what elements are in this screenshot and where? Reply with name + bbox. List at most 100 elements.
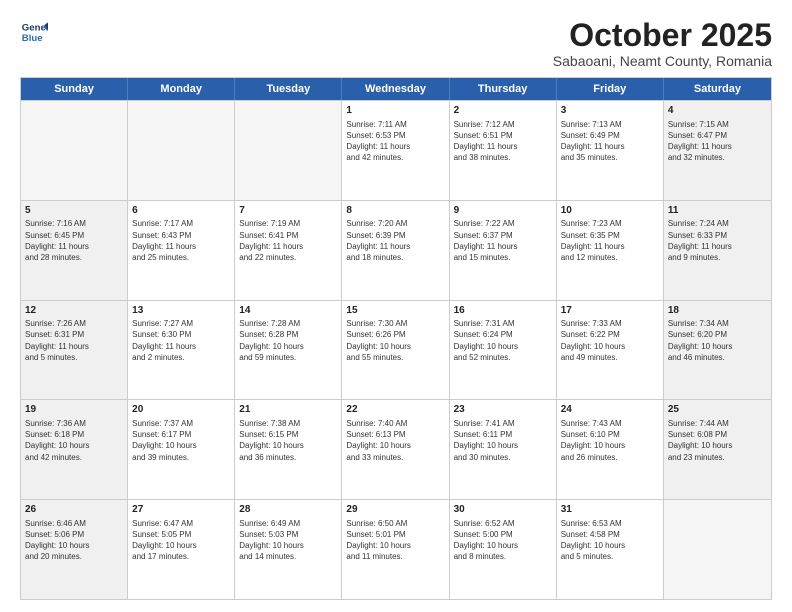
day-info: Sunrise: 7:13 AM Sunset: 6:49 PM Dayligh… [561, 119, 659, 164]
calendar-week-2: 5Sunrise: 7:16 AM Sunset: 6:45 PM Daylig… [21, 200, 771, 300]
calendar-day-15: 15Sunrise: 7:30 AM Sunset: 6:26 PM Dayli… [342, 301, 449, 400]
day-header-monday: Monday [128, 78, 235, 100]
svg-text:Blue: Blue [22, 33, 43, 44]
calendar-day-5: 5Sunrise: 7:16 AM Sunset: 6:45 PM Daylig… [21, 201, 128, 300]
day-info: Sunrise: 7:20 AM Sunset: 6:39 PM Dayligh… [346, 218, 444, 263]
calendar-week-4: 19Sunrise: 7:36 AM Sunset: 6:18 PM Dayli… [21, 399, 771, 499]
calendar-empty-cell [21, 101, 128, 200]
day-number: 29 [346, 503, 444, 517]
day-number: 9 [454, 204, 552, 218]
day-info: Sunrise: 6:50 AM Sunset: 5:01 PM Dayligh… [346, 518, 444, 563]
day-info: Sunrise: 6:46 AM Sunset: 5:06 PM Dayligh… [25, 518, 123, 563]
day-number: 3 [561, 104, 659, 118]
calendar-day-8: 8Sunrise: 7:20 AM Sunset: 6:39 PM Daylig… [342, 201, 449, 300]
calendar: SundayMondayTuesdayWednesdayThursdayFrid… [20, 77, 772, 600]
calendar-empty-cell [235, 101, 342, 200]
day-info: Sunrise: 7:30 AM Sunset: 6:26 PM Dayligh… [346, 318, 444, 363]
day-info: Sunrise: 7:16 AM Sunset: 6:45 PM Dayligh… [25, 218, 123, 263]
day-info: Sunrise: 7:27 AM Sunset: 6:30 PM Dayligh… [132, 318, 230, 363]
calendar-week-1: 1Sunrise: 7:11 AM Sunset: 6:53 PM Daylig… [21, 100, 771, 200]
calendar-title: October 2025 [553, 18, 772, 53]
calendar-day-28: 28Sunrise: 6:49 AM Sunset: 5:03 PM Dayli… [235, 500, 342, 599]
day-number: 26 [25, 503, 123, 517]
day-info: Sunrise: 6:52 AM Sunset: 5:00 PM Dayligh… [454, 518, 552, 563]
calendar-day-16: 16Sunrise: 7:31 AM Sunset: 6:24 PM Dayli… [450, 301, 557, 400]
day-number: 5 [25, 204, 123, 218]
day-number: 14 [239, 304, 337, 318]
calendar-day-11: 11Sunrise: 7:24 AM Sunset: 6:33 PM Dayli… [664, 201, 771, 300]
day-number: 2 [454, 104, 552, 118]
calendar-day-27: 27Sunrise: 6:47 AM Sunset: 5:05 PM Dayli… [128, 500, 235, 599]
day-number: 13 [132, 304, 230, 318]
day-number: 15 [346, 304, 444, 318]
day-number: 27 [132, 503, 230, 517]
day-info: Sunrise: 7:37 AM Sunset: 6:17 PM Dayligh… [132, 418, 230, 463]
day-info: Sunrise: 7:22 AM Sunset: 6:37 PM Dayligh… [454, 218, 552, 263]
page-header: General Blue October 2025 Sabaoani, Neam… [20, 18, 772, 69]
day-header-friday: Friday [557, 78, 664, 100]
calendar-subtitle: Sabaoani, Neamt County, Romania [553, 53, 772, 69]
calendar-day-3: 3Sunrise: 7:13 AM Sunset: 6:49 PM Daylig… [557, 101, 664, 200]
calendar-day-17: 17Sunrise: 7:33 AM Sunset: 6:22 PM Dayli… [557, 301, 664, 400]
calendar-day-7: 7Sunrise: 7:19 AM Sunset: 6:41 PM Daylig… [235, 201, 342, 300]
day-number: 20 [132, 403, 230, 417]
day-info: Sunrise: 7:36 AM Sunset: 6:18 PM Dayligh… [25, 418, 123, 463]
calendar-week-5: 26Sunrise: 6:46 AM Sunset: 5:06 PM Dayli… [21, 499, 771, 599]
day-header-tuesday: Tuesday [235, 78, 342, 100]
calendar-day-25: 25Sunrise: 7:44 AM Sunset: 6:08 PM Dayli… [664, 400, 771, 499]
calendar-day-9: 9Sunrise: 7:22 AM Sunset: 6:37 PM Daylig… [450, 201, 557, 300]
day-number: 6 [132, 204, 230, 218]
day-info: Sunrise: 7:24 AM Sunset: 6:33 PM Dayligh… [668, 218, 767, 263]
day-number: 19 [25, 403, 123, 417]
calendar-day-6: 6Sunrise: 7:17 AM Sunset: 6:43 PM Daylig… [128, 201, 235, 300]
title-block: October 2025 Sabaoani, Neamt County, Rom… [553, 18, 772, 69]
calendar-empty-cell [128, 101, 235, 200]
day-info: Sunrise: 6:47 AM Sunset: 5:05 PM Dayligh… [132, 518, 230, 563]
calendar-day-12: 12Sunrise: 7:26 AM Sunset: 6:31 PM Dayli… [21, 301, 128, 400]
day-info: Sunrise: 7:12 AM Sunset: 6:51 PM Dayligh… [454, 119, 552, 164]
day-info: Sunrise: 7:34 AM Sunset: 6:20 PM Dayligh… [668, 318, 767, 363]
day-number: 11 [668, 204, 767, 218]
day-info: Sunrise: 7:23 AM Sunset: 6:35 PM Dayligh… [561, 218, 659, 263]
calendar-day-21: 21Sunrise: 7:38 AM Sunset: 6:15 PM Dayli… [235, 400, 342, 499]
calendar-day-4: 4Sunrise: 7:15 AM Sunset: 6:47 PM Daylig… [664, 101, 771, 200]
day-number: 7 [239, 204, 337, 218]
day-number: 18 [668, 304, 767, 318]
day-number: 4 [668, 104, 767, 118]
calendar-day-1: 1Sunrise: 7:11 AM Sunset: 6:53 PM Daylig… [342, 101, 449, 200]
day-info: Sunrise: 7:15 AM Sunset: 6:47 PM Dayligh… [668, 119, 767, 164]
day-header-saturday: Saturday [664, 78, 771, 100]
day-info: Sunrise: 7:11 AM Sunset: 6:53 PM Dayligh… [346, 119, 444, 164]
calendar-empty-cell [664, 500, 771, 599]
day-info: Sunrise: 6:53 AM Sunset: 4:58 PM Dayligh… [561, 518, 659, 563]
day-number: 1 [346, 104, 444, 118]
day-info: Sunrise: 7:19 AM Sunset: 6:41 PM Dayligh… [239, 218, 337, 263]
calendar-day-20: 20Sunrise: 7:37 AM Sunset: 6:17 PM Dayli… [128, 400, 235, 499]
day-info: Sunrise: 7:28 AM Sunset: 6:28 PM Dayligh… [239, 318, 337, 363]
day-number: 23 [454, 403, 552, 417]
calendar-week-3: 12Sunrise: 7:26 AM Sunset: 6:31 PM Dayli… [21, 300, 771, 400]
calendar-day-14: 14Sunrise: 7:28 AM Sunset: 6:28 PM Dayli… [235, 301, 342, 400]
day-number: 31 [561, 503, 659, 517]
day-number: 30 [454, 503, 552, 517]
day-info: Sunrise: 7:44 AM Sunset: 6:08 PM Dayligh… [668, 418, 767, 463]
day-number: 21 [239, 403, 337, 417]
calendar-day-29: 29Sunrise: 6:50 AM Sunset: 5:01 PM Dayli… [342, 500, 449, 599]
day-info: Sunrise: 6:49 AM Sunset: 5:03 PM Dayligh… [239, 518, 337, 563]
calendar-day-13: 13Sunrise: 7:27 AM Sunset: 6:30 PM Dayli… [128, 301, 235, 400]
calendar-day-19: 19Sunrise: 7:36 AM Sunset: 6:18 PM Dayli… [21, 400, 128, 499]
day-info: Sunrise: 7:41 AM Sunset: 6:11 PM Dayligh… [454, 418, 552, 463]
logo: General Blue [20, 18, 48, 46]
day-number: 28 [239, 503, 337, 517]
day-header-wednesday: Wednesday [342, 78, 449, 100]
day-info: Sunrise: 7:38 AM Sunset: 6:15 PM Dayligh… [239, 418, 337, 463]
day-info: Sunrise: 7:33 AM Sunset: 6:22 PM Dayligh… [561, 318, 659, 363]
day-number: 12 [25, 304, 123, 318]
day-info: Sunrise: 7:43 AM Sunset: 6:10 PM Dayligh… [561, 418, 659, 463]
day-header-sunday: Sunday [21, 78, 128, 100]
calendar-header-row: SundayMondayTuesdayWednesdayThursdayFrid… [21, 78, 771, 100]
calendar-day-30: 30Sunrise: 6:52 AM Sunset: 5:00 PM Dayli… [450, 500, 557, 599]
calendar-day-31: 31Sunrise: 6:53 AM Sunset: 4:58 PM Dayli… [557, 500, 664, 599]
calendar-day-10: 10Sunrise: 7:23 AM Sunset: 6:35 PM Dayli… [557, 201, 664, 300]
calendar-day-26: 26Sunrise: 6:46 AM Sunset: 5:06 PM Dayli… [21, 500, 128, 599]
